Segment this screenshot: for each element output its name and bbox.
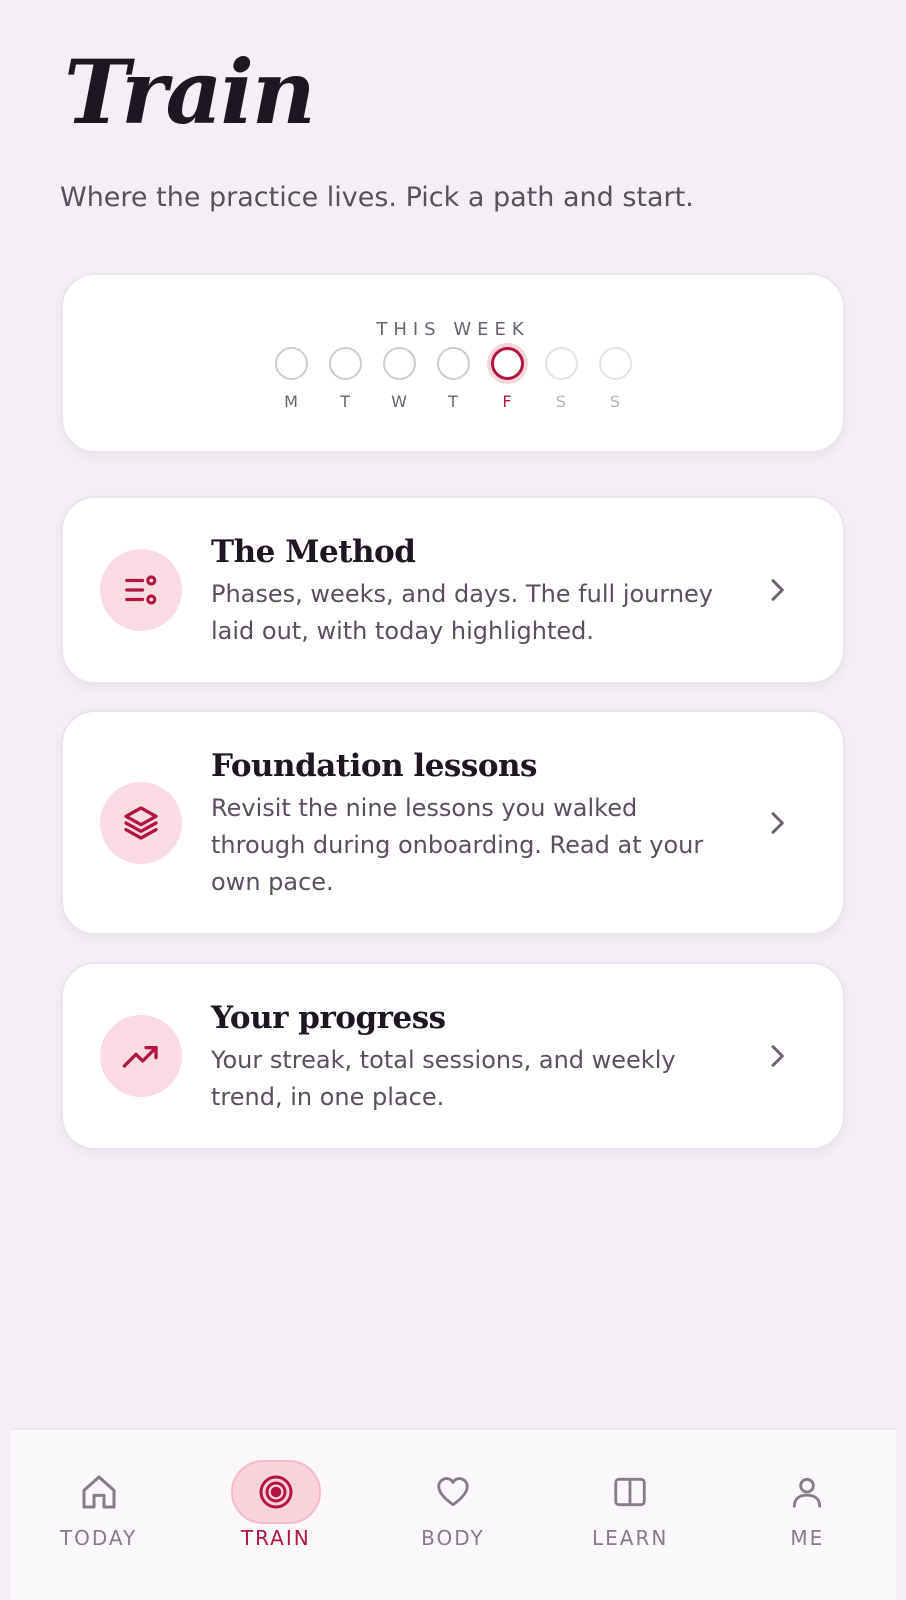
target-icon — [230, 1460, 321, 1524]
nav-me[interactable]: ME — [727, 1430, 887, 1600]
day-letter: T — [340, 392, 350, 411]
progress-card[interactable]: Your progress Your streak, total session… — [61, 962, 845, 1150]
trending-up-icon — [100, 1015, 182, 1097]
card-description: Revisit the nine lessons you walked thro… — [211, 794, 704, 896]
bottom-nav: TODAY TRAIN BODY LEARN ME — [10, 1428, 896, 1600]
sliders-icon — [100, 549, 182, 631]
day-indicator — [436, 347, 470, 380]
method-card[interactable]: The Method Phases, weeks, and days. The … — [61, 496, 845, 684]
nav-today[interactable]: TODAY — [19, 1430, 179, 1600]
foundation-lessons-card[interactable]: Foundation lessons Revisit the nine less… — [61, 710, 845, 935]
chevron-right-icon — [771, 579, 784, 601]
chevron-right-icon — [771, 1045, 784, 1067]
layers-icon — [100, 781, 182, 864]
nav-learn[interactable]: LEARN — [550, 1430, 710, 1600]
nav-body[interactable]: BODY — [373, 1430, 533, 1600]
day-sunday: S — [598, 347, 632, 411]
day-indicator — [490, 347, 524, 380]
day-thursday: T — [436, 347, 470, 411]
card-description: Phases, weeks, and days. The full journe… — [211, 580, 714, 645]
card-description: Your streak, total sessions, and weekly … — [211, 1046, 676, 1111]
nav-label: LEARN — [591, 1526, 669, 1550]
day-monday: M — [274, 347, 308, 411]
week-tracker-card: THIS WEEK M T W T F S S — [61, 273, 845, 453]
method-card-text: The Method Phases, weeks, and days. The … — [211, 534, 733, 650]
train-screen: Train Where the practice lives. Pick a p… — [0, 0, 906, 1600]
page-subtitle: Where the practice lives. Pick a path an… — [60, 182, 694, 213]
day-letter: W — [391, 392, 407, 411]
day-letter: S — [609, 392, 621, 411]
day-letter: S — [555, 392, 567, 411]
page-title: Train — [64, 40, 316, 144]
progress-card-text: Your progress Your streak, total session… — [211, 1000, 733, 1116]
day-indicator — [328, 347, 362, 380]
heart-icon — [408, 1460, 498, 1524]
book-icon — [585, 1460, 675, 1524]
nav-label: TRAIN — [240, 1526, 311, 1550]
day-saturday: S — [544, 347, 578, 411]
day-letter: M — [284, 392, 298, 411]
user-icon — [762, 1460, 852, 1524]
nav-label: ME — [790, 1526, 825, 1550]
chevron-right-icon — [771, 811, 784, 834]
nav-label: BODY — [421, 1526, 485, 1550]
nav-label: TODAY — [59, 1526, 138, 1550]
home-icon — [54, 1460, 144, 1524]
day-friday: F — [490, 347, 524, 411]
day-letter: F — [502, 392, 512, 411]
day-wednesday: W — [382, 347, 416, 411]
day-indicator — [544, 347, 578, 380]
day-indicator — [598, 347, 632, 380]
card-title: The Method — [211, 534, 416, 570]
day-tuesday: T — [328, 347, 362, 411]
week-days: M T W T F S S — [63, 347, 843, 411]
card-title: Your progress — [211, 1000, 446, 1036]
day-indicator — [382, 347, 416, 380]
week-label: THIS WEEK — [376, 319, 530, 340]
day-indicator — [274, 347, 308, 380]
foundation-card-text: Foundation lessons Revisit the nine less… — [211, 748, 733, 901]
day-letter: T — [448, 392, 458, 411]
nav-train[interactable]: TRAIN — [196, 1430, 356, 1600]
card-title: Foundation lessons — [211, 748, 538, 784]
